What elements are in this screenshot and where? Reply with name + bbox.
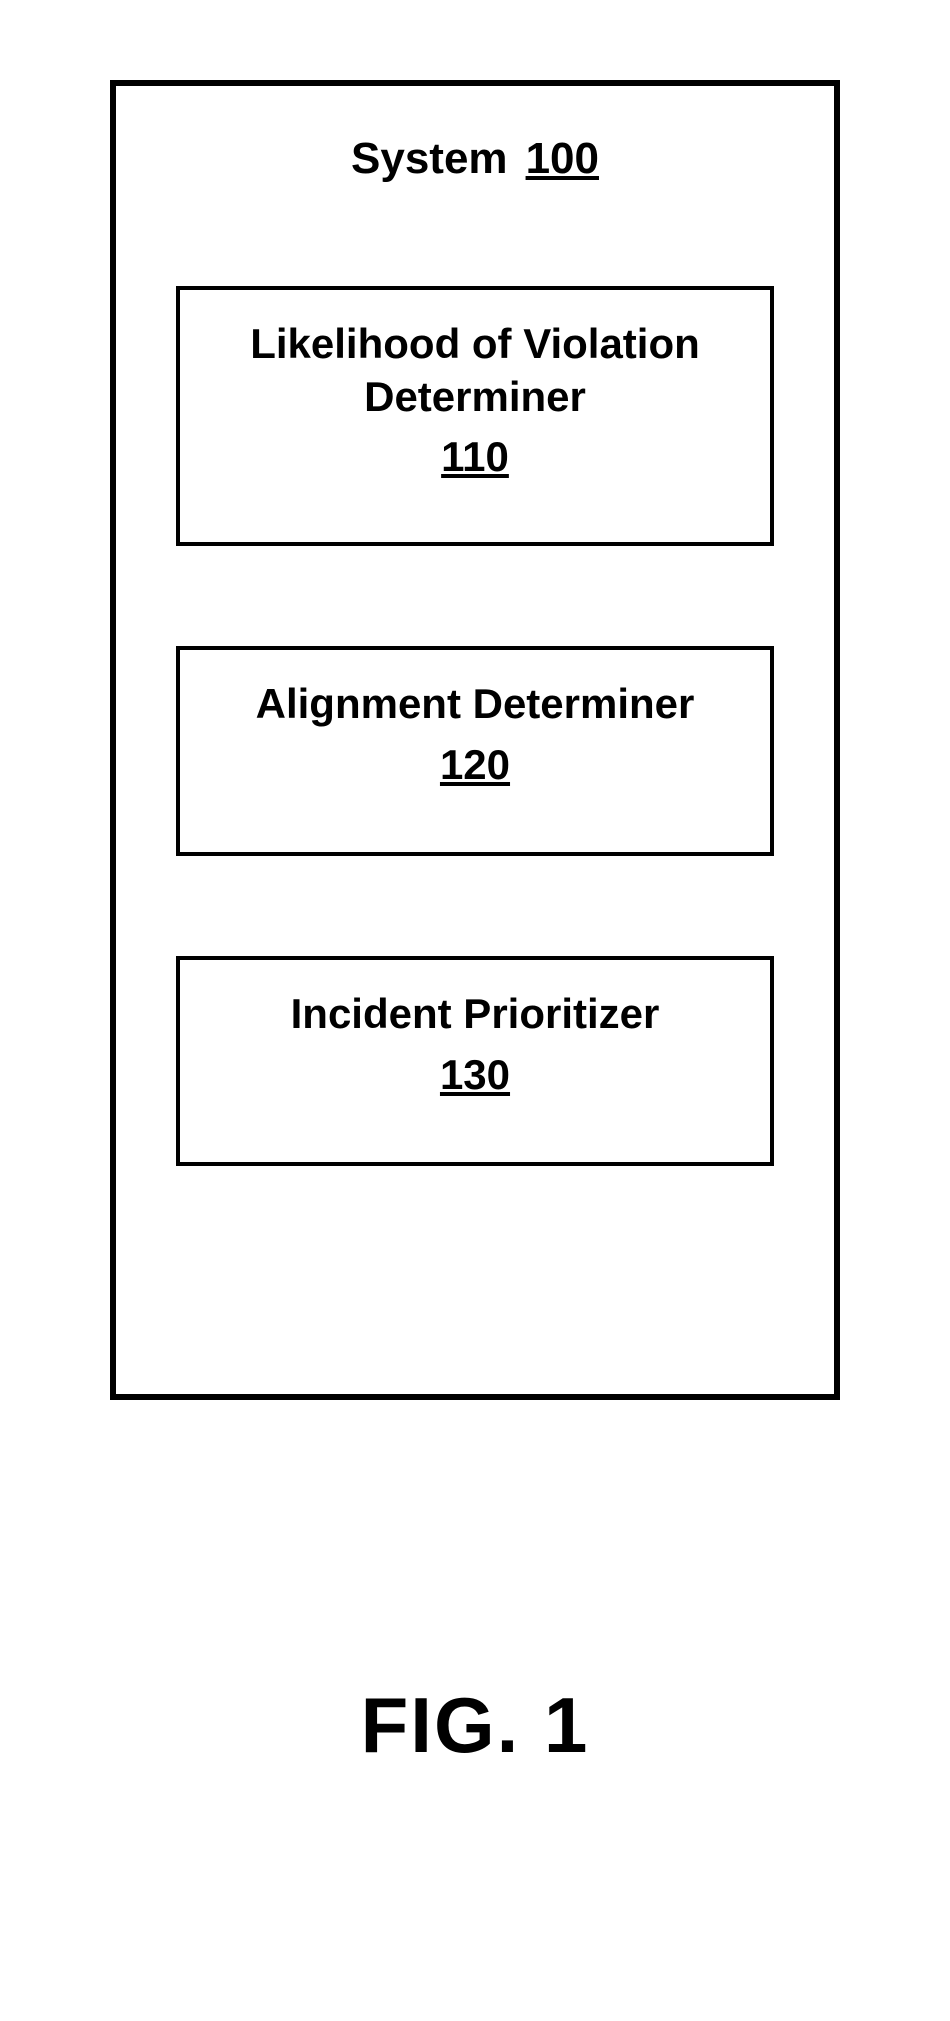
box2-title: Alignment Determiner bbox=[200, 678, 750, 731]
figure-label: FIG. 1 bbox=[0, 1680, 950, 1771]
box3-title: Incident Prioritizer bbox=[200, 988, 750, 1041]
system-box: System 100 Likelihood of Violation Determ… bbox=[110, 80, 840, 1400]
system-ref-number: 100 bbox=[526, 134, 599, 183]
box1-title: Likelihood of Violation Determiner bbox=[200, 318, 750, 423]
incident-prioritizer-box: Incident Prioritizer 130 bbox=[176, 956, 774, 1166]
system-label: System 100 bbox=[116, 134, 834, 184]
alignment-determiner-box: Alignment Determiner 120 bbox=[176, 646, 774, 856]
system-label-text: System bbox=[351, 134, 508, 183]
box3-ref-number: 130 bbox=[200, 1051, 750, 1099]
box1-ref-number: 110 bbox=[200, 433, 750, 481]
likelihood-violation-determiner-box: Likelihood of Violation Determiner 110 bbox=[176, 286, 774, 546]
diagram-canvas: System 100 Likelihood of Violation Determ… bbox=[0, 0, 950, 2021]
box2-ref-number: 120 bbox=[200, 741, 750, 789]
